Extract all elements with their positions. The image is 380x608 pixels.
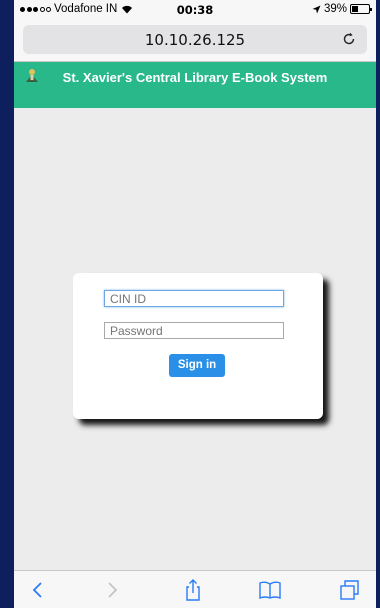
status-right: 39% bbox=[312, 3, 372, 15]
cin-id-input[interactable] bbox=[104, 290, 284, 307]
login-card: Sign in bbox=[73, 273, 323, 419]
phone-screen: Vodafone IN 00:38 39% 10.10.26.125 St. X… bbox=[14, 0, 376, 608]
browser-address-area: 10.10.26.125 bbox=[14, 20, 376, 62]
browser-toolbar bbox=[14, 570, 376, 608]
tabs-icon[interactable] bbox=[338, 579, 362, 601]
bookmarks-icon[interactable] bbox=[258, 579, 282, 601]
reload-icon[interactable] bbox=[341, 31, 357, 47]
site-header: St. Xavier's Central Library E-Book Syst… bbox=[14, 62, 376, 108]
password-input[interactable] bbox=[104, 322, 284, 339]
library-logo-icon bbox=[26, 69, 38, 82]
battery-percent: 39% bbox=[323, 3, 347, 15]
address-bar[interactable]: 10.10.26.125 bbox=[23, 25, 367, 54]
share-icon[interactable] bbox=[181, 579, 205, 601]
battery-icon bbox=[350, 4, 372, 14]
status-bar: Vodafone IN 00:38 39% bbox=[14, 0, 376, 20]
location-arrow-icon bbox=[312, 5, 321, 13]
sign-in-button[interactable]: Sign in bbox=[169, 354, 225, 377]
page-body: Sign in bbox=[14, 108, 376, 570]
site-title: St. Xavier's Central Library E-Book Syst… bbox=[62, 70, 328, 85]
forward-icon[interactable] bbox=[100, 579, 124, 601]
url-text[interactable]: 10.10.26.125 bbox=[23, 31, 367, 49]
battery-level bbox=[352, 6, 359, 12]
back-icon[interactable] bbox=[26, 579, 50, 601]
